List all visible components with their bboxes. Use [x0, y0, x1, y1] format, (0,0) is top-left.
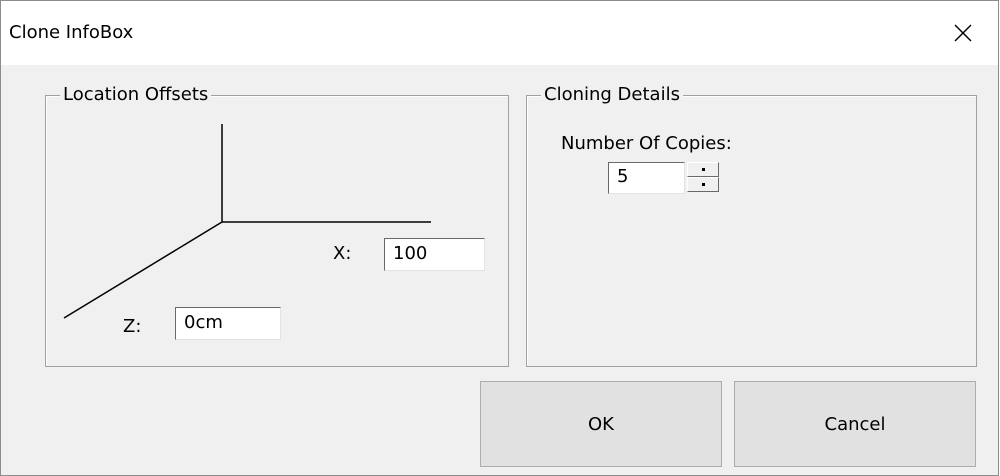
title-bar: Clone InfoBox	[1, 1, 998, 65]
copies-label: Number Of Copies:	[561, 133, 732, 154]
cancel-button[interactable]: Cancel	[734, 381, 976, 467]
ok-button[interactable]: OK	[480, 381, 722, 467]
location-offsets-group: Location Offsets X: 100 Z: 0cm	[45, 84, 509, 367]
down-arrow-icon	[702, 183, 705, 186]
z-label: Z:	[123, 316, 142, 337]
copies-spinner[interactable]	[687, 162, 719, 192]
cloning-details-group: Cloning Details Number Of Copies: 5	[526, 84, 977, 367]
x-label: X:	[333, 243, 352, 264]
close-icon	[954, 24, 972, 42]
spin-down-button[interactable]	[687, 177, 719, 192]
copies-field[interactable]: 5	[608, 162, 685, 194]
clone-infobox-dialog: Clone InfoBox Location Offsets X: 100 Z:…	[0, 0, 999, 476]
z-axis-line	[63, 221, 223, 319]
spin-up-button[interactable]	[687, 162, 719, 177]
x-offset-field[interactable]: 100	[384, 238, 485, 271]
z-offset-field[interactable]: 0cm	[175, 307, 281, 340]
cloning-details-legend: Cloning Details	[541, 84, 683, 106]
up-arrow-icon	[702, 168, 705, 171]
close-button[interactable]	[928, 1, 998, 65]
window-title: Clone InfoBox	[9, 22, 134, 43]
